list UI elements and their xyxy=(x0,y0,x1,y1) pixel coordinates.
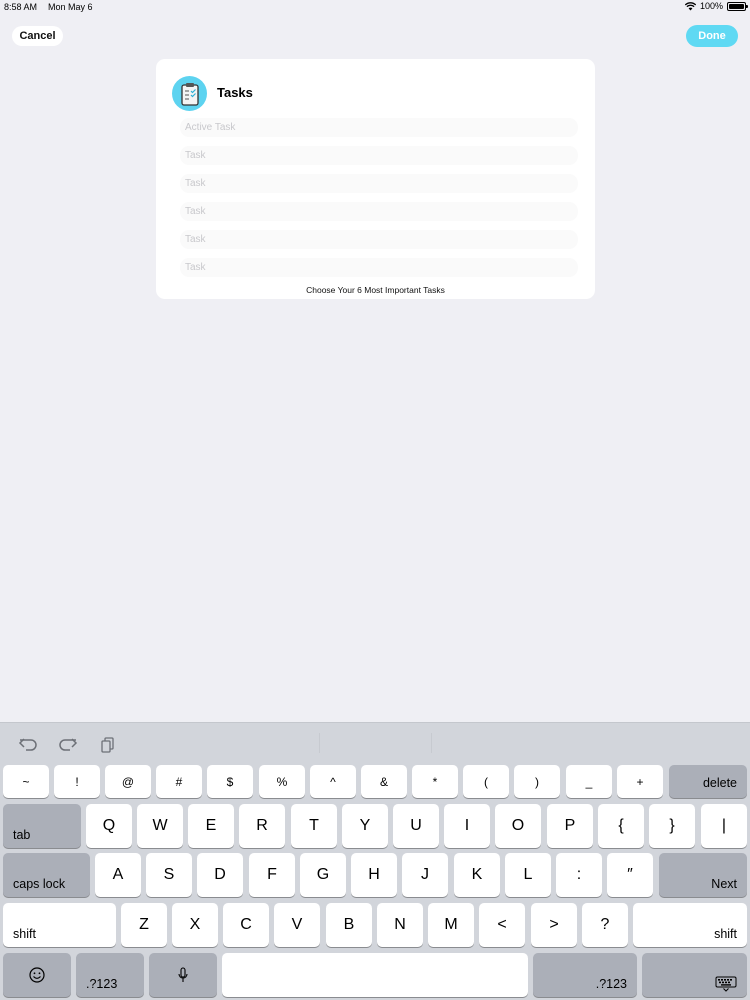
redo-icon[interactable] xyxy=(58,735,78,753)
key-next[interactable]: Next xyxy=(659,853,747,897)
key-h[interactable]: H xyxy=(351,853,397,897)
key-less-than[interactable]: < xyxy=(479,903,525,947)
key-q[interactable]: Q xyxy=(86,804,132,848)
key-dictation[interactable] xyxy=(149,953,217,997)
key-percent[interactable]: % xyxy=(259,765,305,798)
keyboard: ~ ! @ # $ % ^ & * ( ) _ + delete tab Q W… xyxy=(0,722,750,1000)
key-colon[interactable]: : xyxy=(556,853,602,897)
key-o[interactable]: O xyxy=(495,804,541,848)
key-asterisk[interactable]: * xyxy=(412,765,458,798)
key-at[interactable]: @ xyxy=(105,765,151,798)
key-tab-label: tab xyxy=(13,828,31,842)
key-m[interactable]: M xyxy=(428,903,474,947)
key-brace-close[interactable]: } xyxy=(649,804,695,848)
key-z[interactable]: Z xyxy=(121,903,167,947)
keyboard-dismiss-icon xyxy=(715,976,737,992)
active-task-input[interactable] xyxy=(180,118,578,137)
card-title: Tasks xyxy=(217,85,253,100)
key-x[interactable]: X xyxy=(172,903,218,947)
undo-icon[interactable] xyxy=(18,735,38,753)
key-v[interactable]: V xyxy=(274,903,320,947)
task-input-4[interactable] xyxy=(180,230,578,249)
clipboard-icon xyxy=(172,76,207,111)
key-shift-right[interactable]: shift xyxy=(633,903,747,947)
key-y[interactable]: Y xyxy=(342,804,388,848)
tasks-card: Tasks Choose Your 6 Most Important Tasks xyxy=(156,59,595,299)
key-caret[interactable]: ^ xyxy=(310,765,356,798)
key-s[interactable]: S xyxy=(146,853,192,897)
key-shift-left-label: shift xyxy=(13,927,36,941)
key-shift-right-label: shift xyxy=(714,927,737,941)
key-dollar[interactable]: $ xyxy=(207,765,253,798)
key-caps-lock-label: caps lock xyxy=(13,877,66,891)
key-k[interactable]: K xyxy=(454,853,500,897)
key-e[interactable]: E xyxy=(188,804,234,848)
key-a[interactable]: A xyxy=(95,853,141,897)
key-shift-left[interactable]: shift xyxy=(3,903,116,947)
wifi-icon xyxy=(684,1,696,10)
card-hint: Choose Your 6 Most Important Tasks xyxy=(306,285,445,295)
key-f[interactable]: F xyxy=(249,853,295,897)
emoji-icon xyxy=(29,967,45,983)
key-question[interactable]: ? xyxy=(582,903,628,947)
key-greater-than[interactable]: > xyxy=(531,903,577,947)
key-emoji[interactable] xyxy=(3,953,71,997)
key-b[interactable]: B xyxy=(326,903,372,947)
mic-icon xyxy=(178,966,188,982)
status-time: 8:58 AM xyxy=(4,2,38,12)
key-t[interactable]: T xyxy=(291,804,337,848)
key-numbers-right[interactable]: .?123 xyxy=(533,953,637,997)
key-brace-open[interactable]: { xyxy=(598,804,644,848)
keyboard-toolbar xyxy=(0,723,750,763)
key-pipe[interactable]: | xyxy=(701,804,747,848)
key-delete-label: delete xyxy=(702,776,737,790)
key-numbers-right-label: .?123 xyxy=(595,977,627,991)
key-n[interactable]: N xyxy=(377,903,423,947)
key-l[interactable]: L xyxy=(505,853,551,897)
key-hash[interactable]: # xyxy=(156,765,202,798)
key-paren-close[interactable]: ) xyxy=(514,765,560,798)
key-underscore[interactable]: _ xyxy=(566,765,612,798)
toolbar-divider xyxy=(319,733,320,753)
task-input-5[interactable] xyxy=(180,258,578,277)
key-i[interactable]: I xyxy=(444,804,490,848)
key-quote[interactable]: ″ xyxy=(607,853,653,897)
key-next-label: Next xyxy=(711,877,737,891)
paste-icon[interactable] xyxy=(98,735,118,753)
key-dismiss-keyboard[interactable] xyxy=(642,953,747,997)
key-p[interactable]: P xyxy=(547,804,593,848)
key-g[interactable]: G xyxy=(300,853,346,897)
key-tab[interactable]: tab xyxy=(3,804,81,848)
task-input-2[interactable] xyxy=(180,174,578,193)
key-delete[interactable]: delete xyxy=(669,765,747,798)
key-plus[interactable]: + xyxy=(617,765,663,798)
status-date: Mon May 6 xyxy=(48,2,93,12)
key-numbers-left[interactable]: .?123 xyxy=(76,953,144,997)
key-c[interactable]: C xyxy=(223,903,269,947)
key-tilde[interactable]: ~ xyxy=(3,765,49,798)
key-u[interactable]: U xyxy=(393,804,439,848)
key-j[interactable]: J xyxy=(402,853,448,897)
cancel-button[interactable]: Cancel xyxy=(12,26,63,46)
done-button[interactable]: Done xyxy=(686,25,738,47)
key-d[interactable]: D xyxy=(197,853,243,897)
toolbar-divider xyxy=(431,733,432,753)
task-input-1[interactable] xyxy=(180,146,578,165)
key-numbers-left-label: .?123 xyxy=(86,977,118,991)
key-space[interactable] xyxy=(222,953,528,997)
key-r[interactable]: R xyxy=(239,804,285,848)
key-w[interactable]: W xyxy=(137,804,183,848)
status-right: 100% xyxy=(684,1,748,11)
task-input-3[interactable] xyxy=(180,202,578,221)
key-ampersand[interactable]: & xyxy=(361,765,407,798)
status-bar: 8:58 AM Mon May 6 100% xyxy=(0,0,750,14)
key-paren-open[interactable]: ( xyxy=(463,765,509,798)
battery-percent: 100% xyxy=(699,1,723,11)
key-exclaim[interactable]: ! xyxy=(54,765,100,798)
key-caps-lock[interactable]: caps lock xyxy=(3,853,90,897)
battery-icon xyxy=(727,1,748,11)
